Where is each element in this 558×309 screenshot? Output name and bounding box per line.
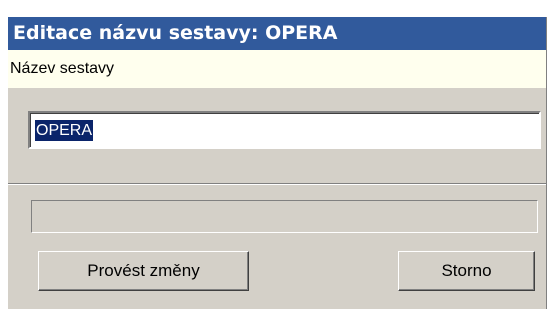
title-bar[interactable]: Editace názvu sestavy: OPERA: [8, 17, 546, 50]
report-name-input-value: OPERA: [35, 120, 94, 141]
cancel-button[interactable]: Storno: [398, 251, 535, 291]
status-field: [31, 200, 538, 233]
separator-line: [8, 183, 546, 185]
window-title: Editace názvu sestavy: OPERA: [13, 22, 338, 44]
apply-changes-button[interactable]: Provést změny: [38, 251, 249, 291]
name-label-band: Název sestavy: [8, 50, 546, 88]
edit-report-name-dialog: Editace názvu sestavy: OPERA Název sesta…: [8, 17, 547, 309]
name-field-label: Název sestavy: [10, 60, 115, 77]
report-name-input[interactable]: OPERA: [28, 111, 541, 149]
